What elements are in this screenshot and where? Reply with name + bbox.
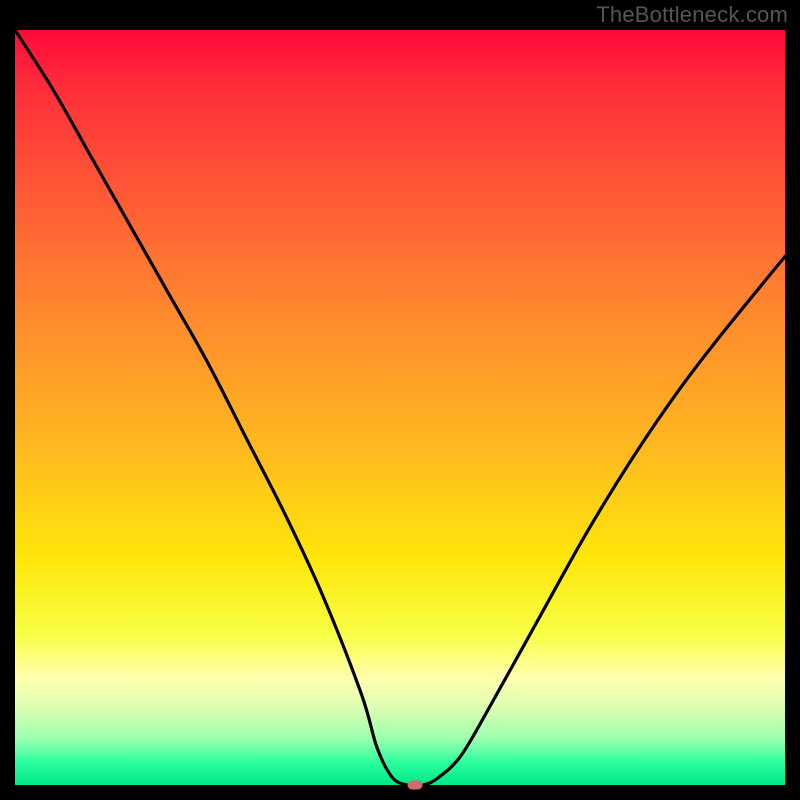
- plot-area: [15, 30, 785, 785]
- watermark-text: TheBottleneck.com: [596, 2, 788, 28]
- chart-frame: TheBottleneck.com: [0, 0, 800, 800]
- bottleneck-curve: [15, 30, 785, 785]
- optimal-point-marker: [408, 781, 423, 790]
